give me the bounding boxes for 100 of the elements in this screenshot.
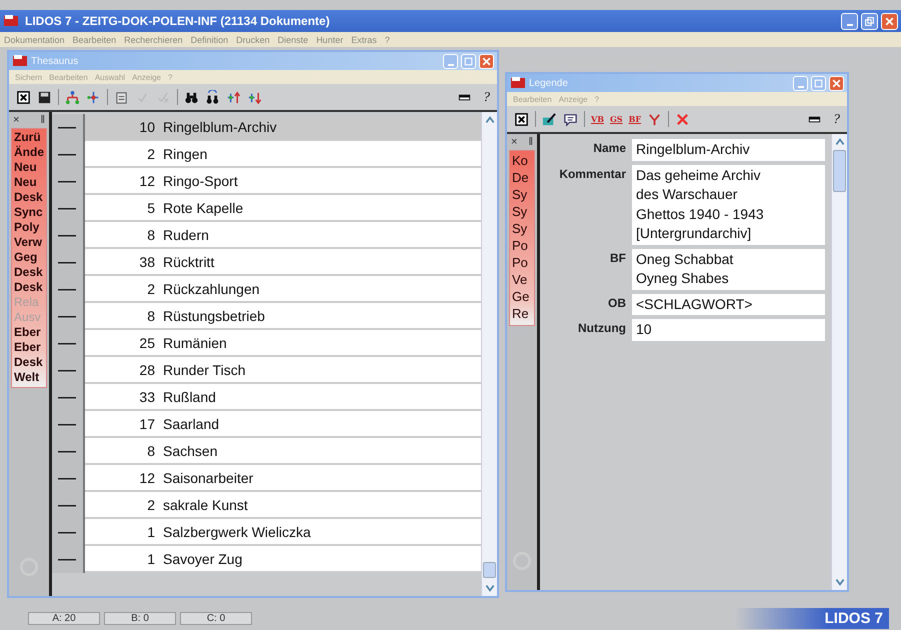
action-item[interactable]: Verw xyxy=(14,236,46,249)
scrollbar[interactable] xyxy=(481,112,497,596)
scrollbar[interactable] xyxy=(831,134,847,590)
term-row[interactable]: 8 Rudern xyxy=(85,222,481,249)
count-text: 1 xyxy=(146,550,155,566)
scroll-up-icon[interactable] xyxy=(484,114,496,126)
term-text: Ringelblum-Archiv xyxy=(163,118,277,134)
minimize-button[interactable] xyxy=(443,54,458,68)
term-row[interactable]: 5 Rote Kapelle xyxy=(85,195,481,222)
action-item[interactable]: Welt xyxy=(14,371,46,384)
term-row[interactable]: 28 Runder Tisch xyxy=(85,357,481,384)
term-text: Salzbergwerk Wieliczka xyxy=(163,524,311,540)
action-item[interactable]: Desk xyxy=(14,266,46,279)
scroll-thumb[interactable] xyxy=(833,150,846,192)
minimize-icon xyxy=(846,24,852,26)
term-text: Saisonarbeiter xyxy=(163,470,254,486)
term-row[interactable]: 12 Ringo-Sport xyxy=(85,168,481,195)
count-text: 5 xyxy=(146,200,155,216)
term-row[interactable]: 8 Sachsen xyxy=(85,438,481,465)
count-text: 2 xyxy=(146,496,155,512)
term-row[interactable]: 2 sakrale Kunst xyxy=(85,492,481,519)
help-button[interactable]: ? xyxy=(484,90,490,104)
pin-button[interactable]: ‖ xyxy=(40,114,45,126)
minimize-button[interactable] xyxy=(841,12,858,30)
tree-icon[interactable] xyxy=(86,90,101,104)
minimize-button[interactable] xyxy=(793,76,808,90)
term-text: Rote Kapelle xyxy=(163,200,244,216)
action-item[interactable]: De xyxy=(512,170,534,186)
close-icon[interactable] xyxy=(16,90,31,104)
comment-icon[interactable] xyxy=(563,112,578,126)
term-row[interactable]: 25 Rumänien xyxy=(85,330,481,357)
close-icon xyxy=(831,78,842,88)
edit-icon[interactable] xyxy=(542,112,557,126)
term-row[interactable]: 2 Ringen xyxy=(85,141,481,168)
delete-icon[interactable] xyxy=(675,112,690,126)
app-icon xyxy=(12,54,28,68)
help-button[interactable]: ? xyxy=(834,112,840,126)
action-item[interactable]: Neu xyxy=(14,161,46,174)
close-icon[interactable] xyxy=(514,112,529,126)
input-field[interactable]: Das geheime Archiv des Warschauer Ghettos 1940 - 1943 [Untergrundarchiv] xyxy=(632,164,825,244)
close-button[interactable]: × xyxy=(511,136,518,148)
action-item[interactable]: Sy xyxy=(512,221,534,237)
close-button[interactable]: × xyxy=(13,114,20,126)
action-item[interactable]: Sy xyxy=(512,204,534,220)
action-item[interactable]: Sy xyxy=(512,187,534,203)
term-row[interactable]: 17 Saarland xyxy=(85,411,481,438)
action-item[interactable]: Desk xyxy=(14,281,46,294)
scroll-down-icon[interactable] xyxy=(484,582,496,594)
scroll-up-icon[interactable] xyxy=(834,136,846,148)
action-item[interactable]: Eber xyxy=(14,326,46,339)
maximize-button[interactable] xyxy=(461,54,476,68)
save-icon[interactable] xyxy=(37,90,52,104)
action-item[interactable]: Re xyxy=(512,306,534,322)
action-item[interactable]: Zurü xyxy=(14,131,46,144)
toolbar-button[interactable]: GS xyxy=(610,114,623,124)
close-button[interactable] xyxy=(479,54,494,68)
term-text: Rußland xyxy=(163,388,216,404)
close-button[interactable] xyxy=(881,12,898,30)
action-item[interactable]: Ge xyxy=(512,289,534,305)
action-item[interactable]: Neu xyxy=(14,176,46,189)
action-item[interactable]: Po xyxy=(512,255,534,271)
term-row[interactable]: 12 Saisonarbeiter xyxy=(85,465,481,492)
clipboard-icon[interactable] xyxy=(114,90,129,104)
action-item[interactable]: Poly xyxy=(14,221,46,234)
toolbar-button[interactable]: BF xyxy=(628,114,642,124)
action-item[interactable]: Geg xyxy=(14,251,46,264)
close-button[interactable] xyxy=(829,76,844,90)
toolbar-button[interactable]: VB xyxy=(591,114,604,124)
term-row[interactable]: 8 Rüstungsbetrieb xyxy=(85,303,481,330)
pin-button[interactable]: ‖ xyxy=(528,136,533,148)
term-row[interactable]: 1 Salzbergwerk Wieliczka xyxy=(85,519,481,546)
maximize-button[interactable] xyxy=(811,76,826,90)
tree-up-icon[interactable] xyxy=(226,90,241,104)
input-field[interactable]: 10 xyxy=(632,319,825,340)
action-item[interactable]: Po xyxy=(512,238,534,254)
binoculars-icon[interactable] xyxy=(205,90,220,104)
action-item[interactable]: Ände xyxy=(14,146,46,159)
count-text: 8 xyxy=(146,308,155,324)
scroll-thumb[interactable] xyxy=(483,562,496,578)
filter-icon[interactable] xyxy=(647,112,662,126)
input-field[interactable]: Oneg Schabbat Oyneg Shabes xyxy=(632,248,825,290)
action-item[interactable]: Desk xyxy=(14,356,46,369)
count-text: 12 xyxy=(138,470,155,486)
count-text: 12 xyxy=(138,172,155,188)
tree-icon[interactable] xyxy=(65,90,80,104)
term-row[interactable]: 38 Rücktritt xyxy=(85,249,481,276)
scroll-down-icon[interactable] xyxy=(834,576,846,588)
term-row[interactable]: 2 Rückzahlungen xyxy=(85,276,481,303)
term-text: Ringen xyxy=(163,146,208,162)
action-item[interactable]: Sync xyxy=(14,206,46,219)
app-icon xyxy=(510,76,526,90)
term-row[interactable]: 1 Savoyer Zug xyxy=(85,546,481,573)
input-field[interactable]: Ringelblum-Archiv xyxy=(632,139,825,160)
input-field[interactable]: <SCHLAGWORT> xyxy=(632,294,825,315)
action-item[interactable]: Ve xyxy=(512,272,534,288)
term-row[interactable]: 33 Rußland xyxy=(85,384,481,411)
action-item[interactable]: Eber xyxy=(14,341,46,354)
action-item[interactable]: Ko xyxy=(512,153,534,169)
action-item[interactable]: Desk xyxy=(14,191,46,204)
restore-button[interactable] xyxy=(861,12,878,30)
